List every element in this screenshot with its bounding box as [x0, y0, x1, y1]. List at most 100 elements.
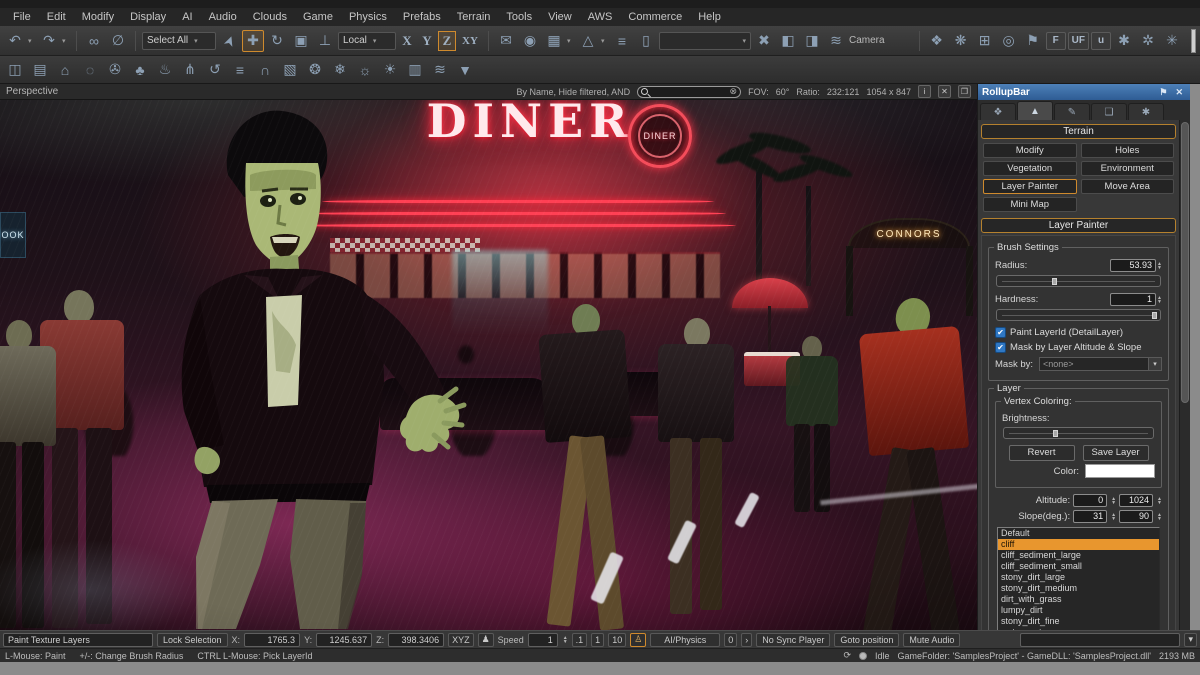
holes-button[interactable]: Holes [1081, 143, 1175, 158]
tab-terrain[interactable]: ▲ [1017, 101, 1053, 120]
grid-snap-icon[interactable]: ▦ [543, 30, 565, 52]
physics-step-forward-icon[interactable]: › [741, 633, 752, 647]
axis-x-button[interactable]: X [398, 31, 416, 51]
menu-file[interactable]: File [6, 10, 38, 24]
toolbar-handle[interactable] [1191, 29, 1196, 53]
undo-dropdown-icon[interactable]: ▾ [28, 37, 36, 45]
pin-tool-icon[interactable]: ⚑ [1022, 30, 1044, 52]
resolution-value[interactable]: 1054 x 847 [866, 87, 911, 97]
mask-by-dropdown[interactable]: <none> ▾ [1039, 357, 1162, 371]
select-tool-icon[interactable]: ➤ [215, 26, 243, 54]
gear-icon[interactable]: ✲ [1137, 30, 1159, 52]
terrain-rollup-header[interactable]: Terrain [981, 124, 1176, 139]
snapshot-icon[interactable]: ◉ [519, 30, 541, 52]
axis-xy-button[interactable]: XY [458, 31, 482, 51]
hardness-input[interactable]: 1 [1110, 293, 1156, 306]
audio-controls-icon[interactable]: ∩ [254, 59, 276, 81]
layer-stack-icon[interactable]: ≋ [825, 30, 847, 52]
ui-flowgraph-button[interactable]: UF [1068, 32, 1089, 50]
save-layer-button[interactable]: Save Layer [1083, 445, 1149, 461]
list-item[interactable]: cliff_sediment_small [998, 561, 1159, 572]
modify-button[interactable]: Modify [983, 143, 1077, 158]
no-sync-player-button[interactable]: No Sync Player [756, 633, 830, 647]
brightness-slider[interactable] [1003, 427, 1154, 439]
scrollbar-thumb[interactable] [1181, 122, 1189, 403]
speed-spinner[interactable]: ▲▼ [563, 636, 568, 644]
named-selection-icon[interactable]: ≡ [611, 30, 633, 52]
ratio-value[interactable]: 232:121 [827, 87, 860, 97]
slope-max-spinner[interactable]: ▲▼ [1157, 513, 1162, 521]
slope-min-spinner[interactable]: ▲▼ [1111, 513, 1116, 521]
save-icon[interactable]: ▼ [454, 59, 476, 81]
rotate-tool-icon[interactable]: ↻ [266, 30, 288, 52]
ruler-icon[interactable]: ▯ [635, 30, 657, 52]
rollupbar-titlebar[interactable]: RollupBar ⚑ ✕ [978, 84, 1190, 100]
reference-coord-dropdown[interactable]: Local▾ [338, 32, 396, 50]
altitude-max-input[interactable]: 1024 [1119, 494, 1153, 507]
angle-snap-dropdown-icon[interactable]: ▾ [601, 37, 609, 45]
menu-view[interactable]: View [541, 10, 579, 24]
paint-layerid-checkbox[interactable]: ✔ [995, 327, 1006, 338]
fov-value[interactable]: 60° [776, 87, 790, 97]
terrain-collision-icon[interactable]: ♟ [478, 633, 494, 647]
tab-objects[interactable]: ❖ [980, 103, 1016, 120]
trackview-icon[interactable]: ↺ [204, 59, 226, 81]
grid-snap-dropdown-icon[interactable]: ▾ [567, 37, 575, 45]
material-editor-icon[interactable]: ♨ [154, 59, 176, 81]
level-editor-icon[interactable]: ▥ [404, 59, 426, 81]
y-coord-input[interactable]: 1245.637 [316, 633, 372, 647]
menu-clouds[interactable]: Clouds [246, 10, 294, 24]
move-area-button[interactable]: Move Area [1081, 179, 1175, 194]
speed-preset-10-button[interactable]: 10 [608, 633, 626, 647]
tab-layers[interactable]: ✱ [1128, 103, 1164, 120]
tab-display[interactable]: ❑ [1091, 103, 1127, 120]
console-line-field[interactable] [1020, 633, 1180, 647]
radius-input[interactable]: 53.93 [1110, 259, 1156, 272]
panel-close-icon[interactable]: ✕ [1172, 87, 1186, 98]
layer-painter-rollup-header[interactable]: Layer Painter [981, 218, 1176, 233]
undo-icon[interactable]: ↶ [4, 30, 26, 52]
axis-z-button[interactable]: Z [438, 31, 456, 51]
delete-selection-icon[interactable]: ✖ [753, 30, 775, 52]
speed-input[interactable]: 1 [528, 633, 558, 647]
move-tool-icon[interactable]: ✚ [242, 30, 264, 52]
edit-mode-field[interactable]: Paint Texture Layers [3, 633, 153, 647]
ai-physics-button[interactable]: AI/Physics [650, 633, 720, 647]
list-item[interactable]: dirt_with_grass [998, 594, 1159, 605]
viewport-close-button[interactable]: ✕ [938, 85, 951, 98]
angle-snap-icon[interactable]: △ [577, 30, 599, 52]
menu-edit[interactable]: Edit [40, 10, 73, 24]
gear-icon[interactable]: ✳ [1161, 30, 1183, 52]
viewport-filter-options[interactable]: By Name, Hide filtered, AND [517, 87, 631, 97]
hardness-spinner[interactable]: ▲▼ [1157, 296, 1162, 304]
slope-max-input[interactable]: 90 [1119, 510, 1153, 523]
camera-toolbar-label[interactable]: Camera [849, 35, 885, 46]
list-item[interactable]: lumpy_dirt [998, 605, 1159, 616]
grid-tool-icon[interactable]: ⊞ [974, 30, 996, 52]
layer-painter-button[interactable]: Layer Painter [983, 179, 1077, 194]
settings-wrench-icon[interactable]: ✇ [104, 59, 126, 81]
lock-selection-button[interactable]: Lock Selection [157, 633, 228, 647]
layer-color-swatch[interactable] [1085, 464, 1155, 478]
speed-preset-01-button[interactable]: .1 [572, 633, 588, 647]
find-icon[interactable]: ◌ [79, 59, 101, 81]
mail-icon[interactable]: ✉ [495, 30, 517, 52]
menu-tools[interactable]: Tools [499, 10, 539, 24]
deselect-object-icon[interactable]: ◨ [801, 30, 823, 52]
menu-help[interactable]: Help [691, 10, 728, 24]
axis-y-button[interactable]: Y [418, 31, 436, 51]
flowgraph-button[interactable]: F [1046, 32, 1066, 50]
menu-physics[interactable]: Physics [342, 10, 394, 24]
snap-terrain-icon[interactable]: ⊥ [314, 30, 336, 52]
viewport-label[interactable]: Perspective [6, 86, 58, 97]
slope-min-input[interactable]: 31 [1073, 510, 1107, 523]
menu-terrain[interactable]: Terrain [450, 10, 498, 24]
redo-dropdown-icon[interactable]: ▾ [62, 37, 70, 45]
asset-browser-icon[interactable]: ◫ [4, 59, 26, 81]
menu-aws[interactable]: AWS [581, 10, 620, 24]
select-object-icon[interactable]: ◧ [777, 30, 799, 52]
texture-browser-icon[interactable]: ▧ [279, 59, 301, 81]
menu-commerce[interactable]: Commerce [621, 10, 689, 24]
environment-button[interactable]: Environment [1081, 161, 1175, 176]
particle-editor-icon[interactable]: ❄ [329, 59, 351, 81]
